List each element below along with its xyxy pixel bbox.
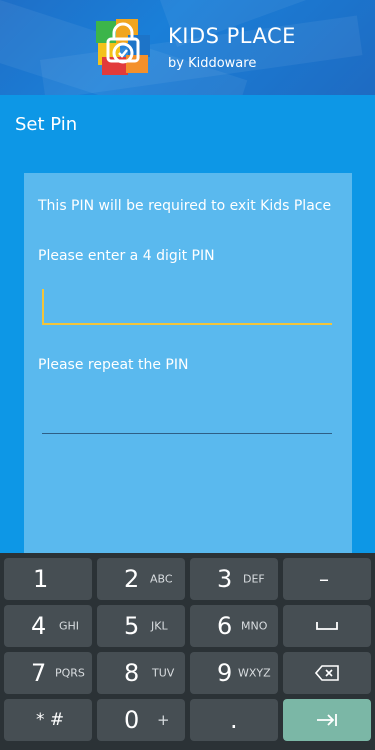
pin-label: Please enter a 4 digit PIN: [38, 248, 215, 264]
repeat-pin-label: Please repeat the PIN: [38, 357, 189, 373]
key-1[interactable]: 1: [4, 558, 92, 600]
app-header: KIDS PLACE by Kiddoware: [0, 0, 375, 95]
repeat-pin-input[interactable]: [42, 392, 332, 434]
app-subtitle: by Kiddoware: [168, 56, 257, 71]
key-9[interactable]: 9 WXYZ: [190, 652, 278, 694]
page-title: Set Pin: [15, 114, 78, 135]
key-period[interactable]: .: [190, 699, 278, 741]
key-star-hash[interactable]: * #: [4, 699, 92, 741]
text-cursor: [42, 289, 44, 325]
key-dash[interactable]: –: [283, 558, 371, 600]
key-space[interactable]: [283, 605, 371, 647]
key-3[interactable]: 3 DEF: [190, 558, 278, 600]
app-title: KIDS PLACE: [168, 24, 296, 48]
key-4[interactable]: 4 GHI: [4, 605, 92, 647]
key-6[interactable]: 6 MNO: [190, 605, 278, 647]
kids-place-lock-logo-icon: [92, 17, 154, 77]
info-text: This PIN will be required to exit Kids P…: [38, 198, 332, 214]
key-7[interactable]: 7 PQRS: [4, 652, 92, 694]
numeric-keyboard: 1 2 ABC 3 DEF – 4 GHI 5 JKL 6 MNO 7 PQRS…: [0, 553, 375, 750]
key-5[interactable]: 5 JKL: [97, 605, 185, 647]
key-2[interactable]: 2 ABC: [97, 558, 185, 600]
key-next[interactable]: [283, 699, 371, 741]
key-backspace[interactable]: [283, 652, 371, 694]
key-8[interactable]: 8 TUV: [97, 652, 185, 694]
key-0[interactable]: 0 +: [97, 699, 185, 741]
set-pin-card: This PIN will be required to exit Kids P…: [24, 173, 352, 558]
pin-input[interactable]: [42, 283, 332, 325]
